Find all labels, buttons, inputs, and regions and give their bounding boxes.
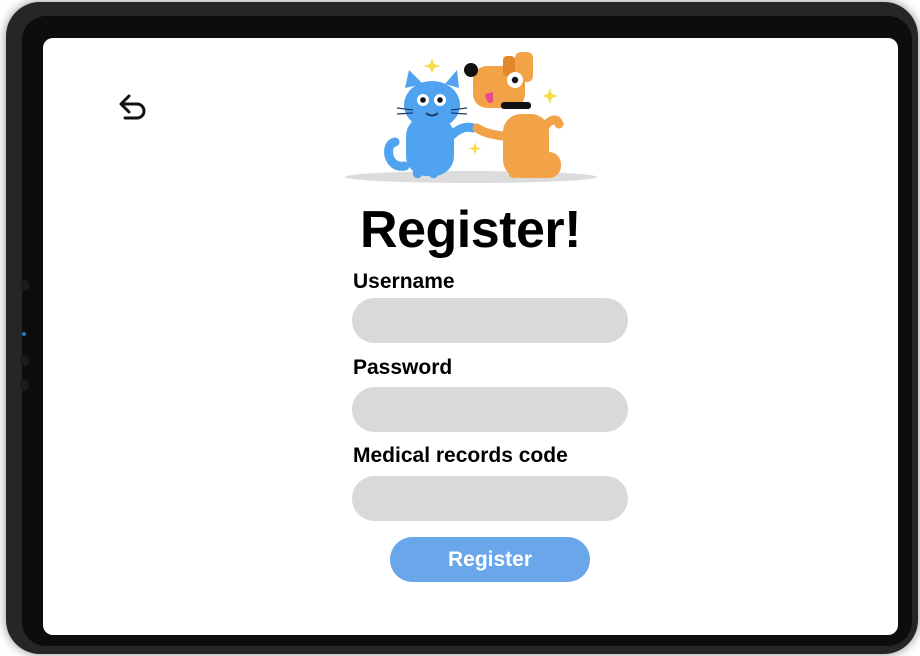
back-button[interactable] [115,90,151,124]
cat-and-dog-illustration [345,52,597,183]
side-indicator [22,332,26,336]
password-label: Password [353,356,453,379]
username-label: Username [353,270,455,293]
side-button-upper [20,355,29,366]
page-title: Register! [360,201,581,259]
side-camera-dot [20,280,29,291]
side-button-lower [20,380,29,391]
medical-records-code-input[interactable] [352,476,628,521]
undo-arrow-icon [119,94,146,120]
dog-icon [464,52,564,178]
password-input[interactable] [352,387,628,432]
username-input[interactable] [352,298,628,343]
register-button[interactable]: Register [390,537,590,582]
medical-records-code-label: Medical records code [353,444,568,467]
cat-icon [384,70,478,178]
app-screen: Register! Username Password Medical reco… [43,38,898,635]
